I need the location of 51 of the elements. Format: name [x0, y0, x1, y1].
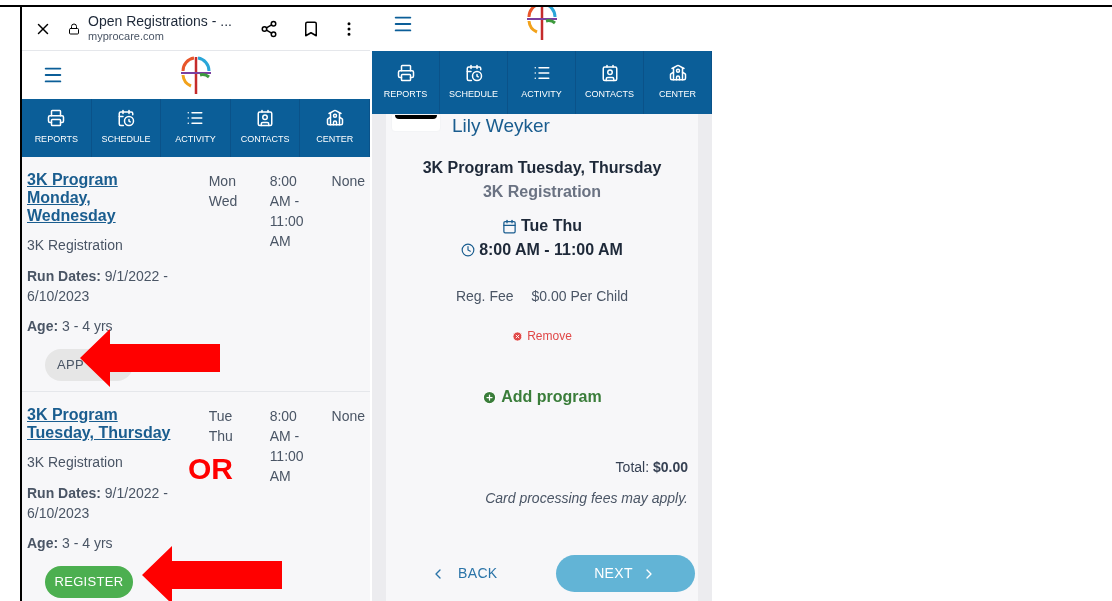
time-text: 8:00 AM - 11:00 AM — [479, 240, 623, 260]
nav-tab[interactable]: ACTIVITY — [161, 99, 231, 157]
days-text: Mon Wed — [208, 172, 239, 211]
fee-label: Reg. Fee — [455, 287, 514, 306]
age-text: Age: 3 - 4 yrs — [27, 534, 114, 553]
share-icon[interactable] — [260, 19, 278, 38]
add-program-link[interactable]: Add program — [482, 385, 602, 409]
program-link[interactable]: 3K Program Monday, Wednesday — [27, 171, 172, 225]
nav-tab[interactable]: CONTACTS — [230, 99, 301, 157]
school-building-icon — [668, 63, 687, 82]
school-building-icon — [325, 109, 344, 128]
or-label: OR — [188, 451, 233, 487]
program-link[interactable]: 3K Program Tuesday, Thursday — [27, 406, 172, 442]
time-text: 8:00 AM - 11:00 AM — [269, 172, 305, 251]
calendar-clock-icon — [464, 63, 483, 82]
contact-card-icon — [600, 63, 619, 82]
cross-logo-icon — [179, 55, 213, 95]
printer-icon — [396, 63, 415, 82]
time-text: 8:00 AM - 11:00 AM — [269, 407, 305, 486]
run-dates-text: Run Dates: 9/1/2022 - 6/10/2023 — [27, 484, 169, 523]
printer-icon — [47, 109, 66, 128]
registration-text: 3K Registration — [482, 182, 602, 202]
program-title: 3K Program Tuesday, Thursday — [422, 158, 662, 178]
page-url: myprocare.com — [88, 30, 165, 45]
total-text: Total: $0.00 — [615, 458, 688, 477]
run-dates-text: Run Dates: 9/1/2022 - 6/10/2023 — [27, 267, 169, 306]
status-text: None — [331, 407, 365, 426]
lock-icon — [68, 22, 80, 35]
page-title: Open Registrations - ... — [88, 12, 233, 31]
remove-link[interactable]: Remove — [512, 327, 572, 345]
fee-value: $0.00 Per Child — [531, 287, 629, 306]
fee-note: Card processing fees may apply. — [485, 489, 688, 508]
contact-card-icon — [256, 109, 275, 128]
clock-icon — [461, 243, 476, 257]
days-text: Tue Thu — [208, 407, 234, 446]
close-icon — [512, 330, 524, 342]
plus-icon — [482, 389, 498, 405]
registration-text: 3K Registration — [27, 236, 124, 255]
arrow-icon — [142, 546, 282, 601]
back-button[interactable]: BACK — [430, 563, 498, 584]
child-name: Lily Weyker — [452, 114, 550, 138]
nav-tab[interactable]: CENTER — [300, 99, 370, 157]
nav-tab[interactable]: REPORTS — [22, 99, 92, 157]
calendar-clock-icon — [116, 109, 135, 128]
bookmark-icon[interactable] — [302, 19, 320, 38]
status-text: None — [331, 172, 365, 191]
calendar-icon — [502, 218, 517, 234]
days-text: Tue Thu — [521, 216, 582, 236]
age-text: Age: 3 - 4 yrs — [27, 317, 114, 336]
cross-logo-icon — [525, 7, 559, 41]
nav-tab[interactable]: SCHEDULE — [91, 99, 162, 157]
